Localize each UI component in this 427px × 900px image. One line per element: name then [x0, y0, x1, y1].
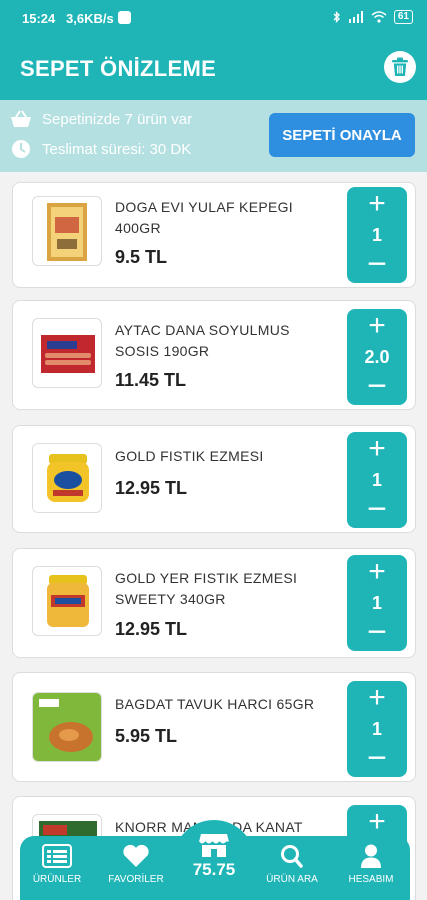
decrease-quantity-button[interactable]: −	[347, 247, 407, 281]
wifi-icon	[371, 11, 387, 23]
cart-item: AYTAC DANA SOYULMUS SOSIS 190GR 11.45 TL…	[12, 300, 416, 410]
confirm-cart-button[interactable]: SEPETİ ONAYLA	[269, 113, 415, 157]
product-name: GOLD FISTIK EZMESI	[115, 448, 264, 464]
cart-total-amount: 75.75	[192, 860, 236, 879]
quantity-stepper: + 1 −	[347, 432, 407, 528]
increase-quantity-button[interactable]: +	[347, 557, 407, 587]
product-name: DOGA EVI YULAF KEPEGI 400GR	[115, 199, 293, 236]
cart-item: GOLD FISTIK EZMESI 12.95 TL + 1 −	[12, 425, 416, 533]
increase-quantity-button[interactable]: +	[347, 434, 407, 464]
nav-account-label: HESABIM	[348, 874, 394, 885]
basket-icon	[11, 110, 31, 127]
search-icon	[281, 845, 303, 868]
quantity-stepper: + 2.0 −	[347, 309, 407, 405]
product-image	[32, 196, 102, 266]
product-price: 5.95 TL	[115, 726, 178, 746]
clear-cart-button[interactable]	[384, 51, 416, 83]
quantity-stepper: + 1 −	[347, 555, 407, 651]
cart-item: DOGA EVI YULAF KEPEGI 400GR 9.5 TL + 1 −	[12, 182, 416, 288]
quantity-value: 2.0	[364, 347, 390, 367]
cart-item: BAGDAT TAVUK HARCI 65GR 5.95 TL + 1 −	[12, 672, 416, 782]
quantity-value: 1	[371, 719, 382, 739]
status-bar: 15:24 3,6KB/s 61	[0, 0, 427, 36]
decrease-quantity-button[interactable]: −	[347, 492, 407, 526]
product-image	[32, 692, 102, 762]
quantity-value: 1	[371, 225, 382, 245]
bottom-navigation: ÜRÜNLER FAVORİLER 75.75 ÜRÜN ARA HESABIM	[20, 820, 410, 900]
page-title: SEPET ÖNİZLEME	[20, 56, 217, 81]
store-icon	[198, 834, 229, 857]
whatsapp-notification-icon	[118, 11, 131, 24]
cart-info-bar: Sepetinizde 7 ürün var Teslimat süresi: …	[0, 100, 427, 172]
nav-search-label: ÜRÜN ARA	[266, 874, 318, 885]
product-image	[32, 566, 102, 636]
trash-icon	[392, 57, 408, 76]
products-list-icon	[42, 844, 72, 868]
product-price: 9.5 TL	[115, 247, 168, 267]
nav-cart-total-button[interactable]: 75.75	[173, 820, 255, 900]
cart-count-row: Sepetinizde 7 ürün var	[10, 108, 192, 130]
user-icon	[361, 844, 381, 868]
cart-item: GOLD YER FISTIK EZMESI SWEETY 340GR 12.9…	[12, 548, 416, 658]
product-price: 12.95 TL	[115, 478, 188, 498]
decrease-quantity-button[interactable]: −	[347, 741, 407, 775]
clock-icon	[12, 140, 30, 158]
product-name: GOLD YER FISTIK EZMESI SWEETY 340GR	[115, 570, 298, 607]
increase-quantity-button[interactable]: +	[347, 807, 407, 837]
nav-favorites-label: FAVORİLER	[108, 874, 164, 885]
nav-search[interactable]: ÜRÜN ARA	[255, 844, 329, 885]
product-price: 12.95 TL	[115, 619, 188, 639]
product-name: BAGDAT TAVUK HARCI 65GR	[115, 696, 315, 712]
increase-quantity-button[interactable]: +	[347, 683, 407, 713]
increase-quantity-button[interactable]: +	[347, 189, 407, 219]
app-header: SEPET ÖNİZLEME	[0, 36, 427, 100]
decrease-quantity-button[interactable]: −	[347, 615, 407, 649]
heart-icon	[123, 844, 149, 867]
bluetooth-icon	[333, 11, 340, 23]
nav-favorites[interactable]: FAVORİLER	[99, 844, 173, 885]
product-image	[32, 443, 102, 513]
nav-products-label: ÜRÜNLER	[32, 874, 82, 885]
delivery-time-row: Teslimat süresi: 30 DK	[10, 138, 191, 160]
quantity-stepper: + 1 −	[347, 681, 407, 777]
quantity-stepper: + 1 −	[347, 187, 407, 283]
product-image	[32, 318, 102, 388]
delivery-time-text: Teslimat süresi: 30 DK	[42, 140, 192, 158]
signal-icon	[348, 11, 363, 23]
increase-quantity-button[interactable]: +	[347, 311, 407, 341]
status-network-speed: 3,6KB/s	[66, 11, 114, 26]
battery-indicator: 61	[393, 10, 413, 24]
quantity-value: 1	[371, 593, 382, 613]
product-name: AYTAC DANA SOYULMUS SOSIS 190GR	[115, 322, 290, 359]
quantity-value: 1	[371, 470, 382, 490]
status-time: 15:24	[22, 11, 56, 26]
product-price: 11.45 TL	[115, 370, 187, 390]
decrease-quantity-button[interactable]: −	[347, 369, 407, 403]
cart-count-text: Sepetinizde 7 ürün var	[42, 110, 193, 128]
nav-account[interactable]: HESABIM	[334, 844, 408, 885]
cart-product-list[interactable]: DOGA EVI YULAF KEPEGI 400GR 9.5 TL + 1 −…	[0, 172, 427, 900]
nav-products[interactable]: ÜRÜNLER	[20, 844, 94, 885]
